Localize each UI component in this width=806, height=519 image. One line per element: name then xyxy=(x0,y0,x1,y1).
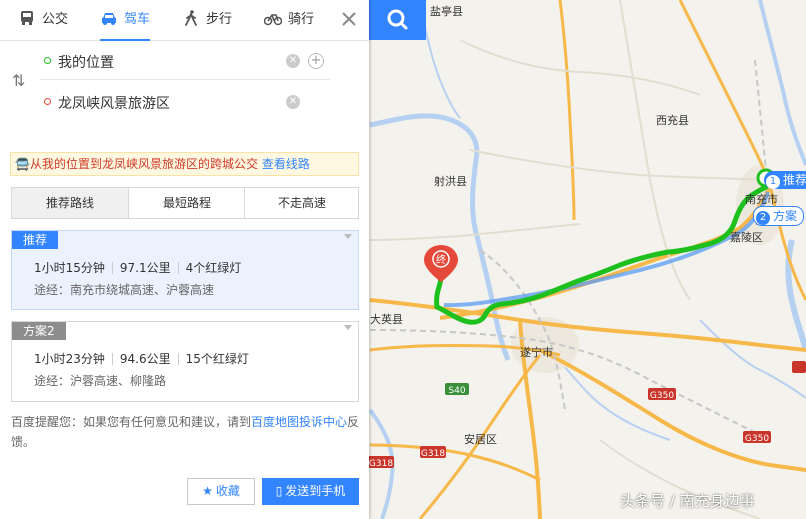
route-tag: 推荐 xyxy=(12,231,59,249)
route-badge-number: 1 xyxy=(766,175,780,189)
route-traffic-lights: 15个红绿灯 xyxy=(185,352,249,366)
place-label: 南充市 xyxy=(745,192,778,206)
route-time: 1小时23分钟 xyxy=(34,352,105,366)
place-label: 安居区 xyxy=(464,432,497,446)
cross-city-bus-notice: 🚍从我的位置到龙凤峡风景旅游区的跨城公交 查看线路 xyxy=(10,152,359,176)
place-label: 嘉陵区 xyxy=(730,230,763,244)
svg-text:G318: G318 xyxy=(421,449,445,459)
watermark: 头条号 / 南充身边事 xyxy=(620,492,755,510)
add-waypoint-icon[interactable]: + xyxy=(308,53,324,69)
phone-icon: ▯ xyxy=(275,484,283,498)
place-label: 遂宁市 xyxy=(520,345,553,359)
svg-text:S40: S40 xyxy=(448,386,465,396)
bike-icon xyxy=(264,14,282,26)
walk-icon xyxy=(185,10,197,26)
route-card-recommended[interactable]: 推荐 1小时15分钟 97.1公里 4个红绿灯 途经：南充市绕城高速、沪蓉高速 xyxy=(11,230,359,310)
feedback-tip: 百度提醒您：如果您有任何意见和建议，请到百度地图投诉中心反馈。 xyxy=(11,412,361,452)
mode-tab-bike[interactable]: 骑行 xyxy=(264,0,314,40)
place-label: 大英县 xyxy=(370,312,403,326)
destination-field[interactable]: 龙凤峡风景旅游区 ✕ xyxy=(40,84,330,120)
star-icon: ★ xyxy=(202,484,213,498)
clear-origin-icon[interactable]: ✕ xyxy=(286,54,300,68)
route-via: 途经：沪蓉高速、柳隆路 xyxy=(34,374,167,388)
bus-icon: 🚍 xyxy=(15,157,30,171)
tip-prefix: 百度提醒您：如果您有任何意见和建议，请到 xyxy=(11,415,252,429)
route-distance: 94.6公里 xyxy=(119,352,171,366)
mode-label: 步行 xyxy=(206,12,233,27)
route-distance: 97.1公里 xyxy=(119,261,171,275)
route-traffic-lights: 4个红绿灯 xyxy=(185,261,242,275)
chevron-down-icon[interactable] xyxy=(344,234,352,239)
swap-icon[interactable]: ⇅ xyxy=(12,71,25,90)
svg-text:G350: G350 xyxy=(745,434,769,444)
route-stats: 1小时15分钟 97.1公里 4个红绿灯 xyxy=(34,259,241,276)
complaint-center-link[interactable]: 百度地图投诉中心 xyxy=(251,415,347,429)
clear-destination-icon[interactable]: ✕ xyxy=(286,95,300,109)
route-badge-plan2[interactable]: 2 方案 xyxy=(753,206,805,226)
search-button[interactable] xyxy=(369,0,426,40)
tab-no-highway[interactable]: 不走高速 xyxy=(244,188,359,218)
car-icon xyxy=(102,13,116,25)
svg-text:G350: G350 xyxy=(650,391,674,401)
route-via: 途经：南充市绕城高速、沪蓉高速 xyxy=(34,283,215,297)
svg-text:终: 终 xyxy=(436,253,446,266)
svg-text:G318: G318 xyxy=(369,459,393,469)
bus-icon xyxy=(21,11,33,25)
origin-input[interactable]: 我的位置 xyxy=(58,52,114,72)
route-time: 1小时15分钟 xyxy=(34,261,105,275)
route-preference-tabs: 推荐路线 最短路程 不走高速 xyxy=(11,187,359,219)
place-label: 射洪县 xyxy=(434,174,467,188)
favorite-label: 收藏 xyxy=(215,484,240,498)
mode-label: 驾车 xyxy=(124,12,151,27)
destination-input[interactable]: 龙凤峡风景旅游区 xyxy=(58,93,170,113)
route-tag: 方案2 xyxy=(12,322,66,340)
send-to-phone-button[interactable]: ▯ 发送到手机 xyxy=(262,478,359,505)
place-label: 盐亭县 xyxy=(430,4,463,18)
view-bus-lines-link[interactable]: 查看线路 xyxy=(262,157,310,171)
route-panel: 公交 驾车 步行 骑行 ⇅ 我的位置 ✕ + 龙凤峡风景旅游区 ✕ 🚍从我的位置… xyxy=(0,0,369,519)
route-badge-number: 2 xyxy=(756,211,770,225)
tab-recommended[interactable]: 推荐路线 xyxy=(12,188,128,218)
mode-label: 公交 xyxy=(42,12,69,27)
chevron-down-icon[interactable] xyxy=(344,325,352,330)
route-badge-recommended[interactable]: 1 推荐 xyxy=(764,171,806,189)
route-badge-label: 方案 xyxy=(773,209,798,223)
route-results: 🚍从我的位置到龙凤峡风景旅游区的跨城公交 查看线路 推荐路线 最短路程 不走高速… xyxy=(0,132,369,519)
mode-tab-car[interactable]: 驾车 xyxy=(100,0,151,41)
notice-text: 从我的位置到龙凤峡风景旅游区的跨城公交 xyxy=(29,157,258,171)
mode-tab-bus[interactable]: 公交 xyxy=(18,0,68,40)
origin-dot-icon xyxy=(44,57,51,64)
favorite-button[interactable]: ★ 收藏 xyxy=(187,478,255,505)
route-badge-label: 推荐 xyxy=(783,173,806,187)
close-icon[interactable] xyxy=(339,9,359,29)
mode-label: 骑行 xyxy=(288,12,315,27)
mode-tab-walk[interactable]: 步行 xyxy=(182,0,232,40)
search-icon xyxy=(387,9,408,30)
destination-dot-icon xyxy=(44,98,51,105)
route-stats: 1小时23分钟 94.6公里 15个红绿灯 xyxy=(34,350,249,367)
route-card-plan2[interactable]: 方案2 1小时23分钟 94.6公里 15个红绿灯 途经：沪蓉高速、柳隆路 xyxy=(11,321,359,402)
origin-destination-box: ⇅ 我的位置 ✕ + 龙凤峡风景旅游区 ✕ xyxy=(0,41,369,125)
place-label: 西充县 xyxy=(656,113,689,127)
tab-shortest[interactable]: 最短路程 xyxy=(128,188,245,218)
transport-mode-tabs: 公交 驾车 步行 骑行 xyxy=(0,0,369,41)
send-label: 发送到手机 xyxy=(285,484,346,498)
origin-field[interactable]: 我的位置 ✕ + xyxy=(40,43,330,80)
